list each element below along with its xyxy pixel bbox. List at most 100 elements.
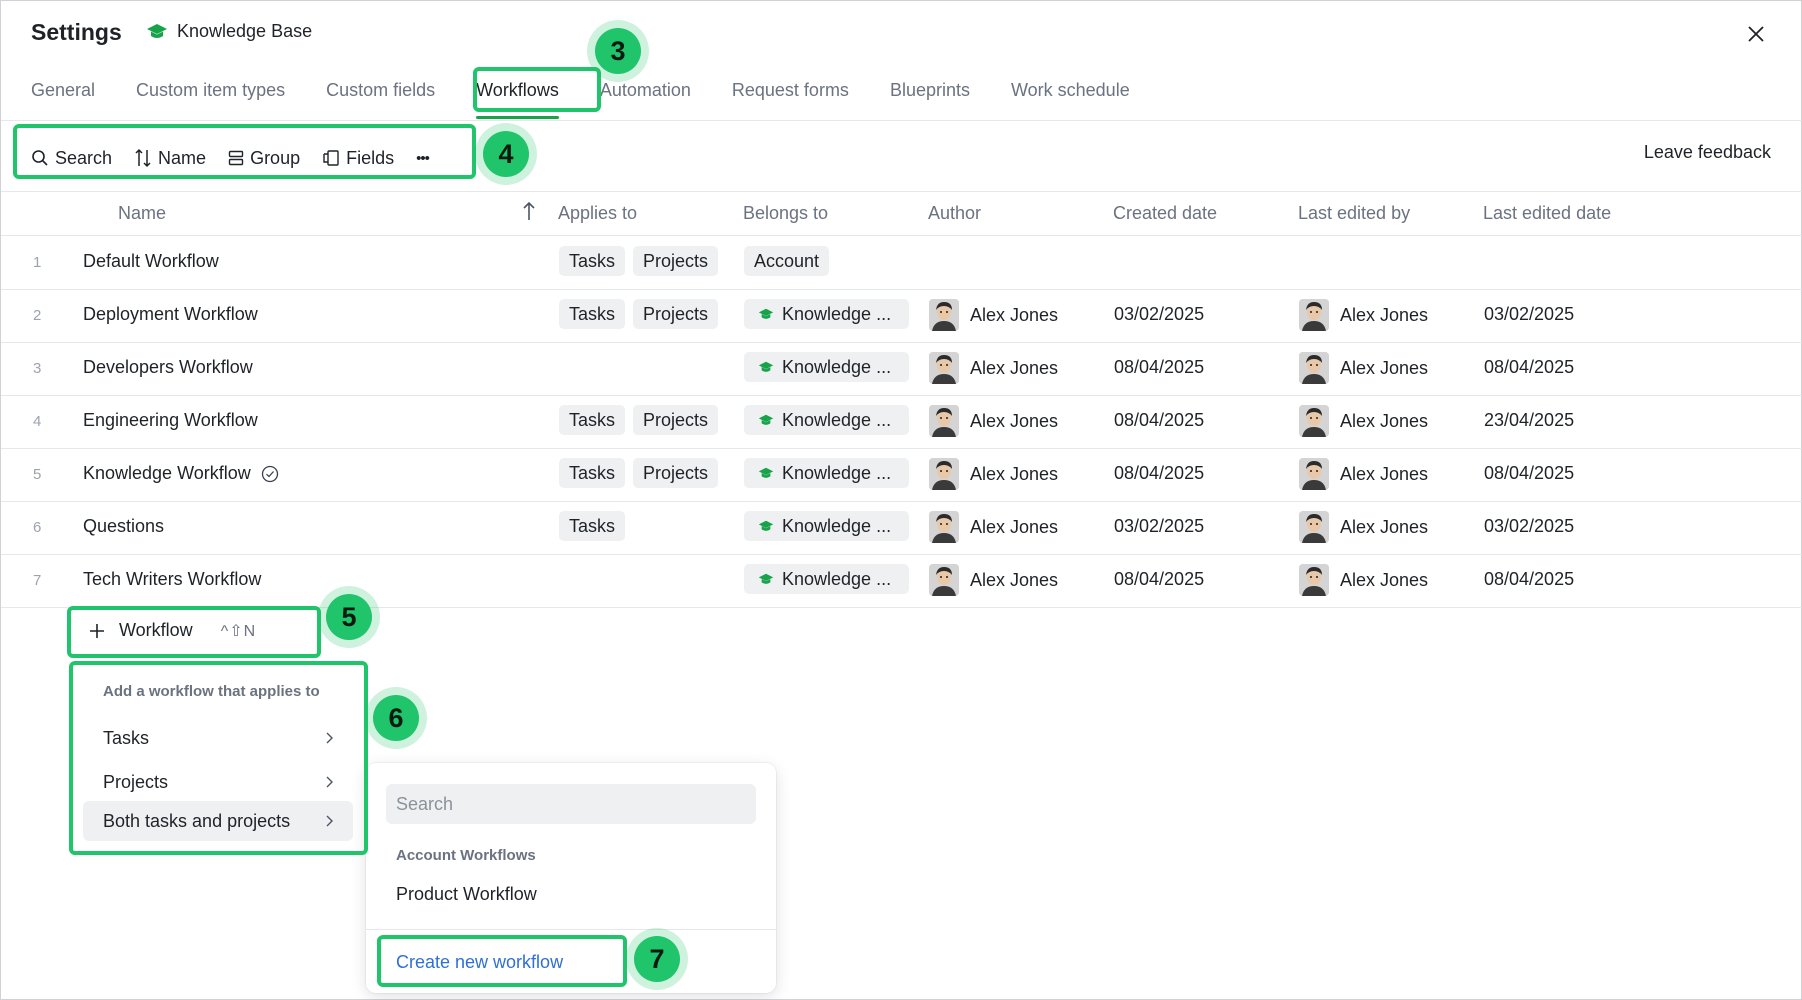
graduation-cap-icon — [758, 308, 774, 319]
table-row[interactable]: 1 Default Workflow Tasks Projects Account — [1, 237, 1802, 290]
tab-work-schedule[interactable]: Work schedule — [1011, 79, 1130, 119]
table-row[interactable]: 7 Tech Writers Workflow Knowledge ... Alex … — [1, 555, 1802, 608]
toolbar: Search Name Group Fields ••• — [31, 141, 430, 175]
chip-belongs-to-label: Knowledge ... — [782, 516, 892, 536]
column-header-belongs-to[interactable]: Belongs to — [743, 203, 828, 224]
last-edited-by: Alex Jones — [1299, 564, 1428, 596]
column-header-last-edited-by[interactable]: Last edited by — [1298, 203, 1410, 224]
chip-projects: Projects — [633, 246, 719, 276]
step-badge-7: 7 — [626, 928, 688, 990]
avatar — [929, 352, 959, 384]
menu-item-tasks[interactable]: Tasks — [83, 718, 353, 758]
last-edited-by: Alex Jones — [1299, 299, 1428, 331]
workflow-search-input[interactable] — [386, 784, 756, 824]
avatar — [929, 511, 959, 543]
editor-name: Alex Jones — [1340, 410, 1429, 431]
table-row[interactable]: 5 Knowledge Workflow Tasks Projects Knowledg… — [1, 449, 1802, 502]
column-header-author[interactable]: Author — [928, 203, 981, 224]
product-workflow-item[interactable]: Product Workflow — [396, 884, 537, 905]
workflow-name[interactable]: Engineering Workflow — [83, 410, 258, 431]
editor-name: Alex Jones — [1340, 357, 1429, 378]
chip-projects: Projects — [633, 405, 719, 435]
last-edited-date: 08/04/2025 — [1484, 357, 1575, 377]
chip-belongs-to-label: Knowledge ... — [782, 463, 892, 483]
row-number: 6 — [33, 519, 42, 536]
tab-custom-fields[interactable]: Custom fields — [326, 79, 435, 119]
tab-request-forms[interactable]: Request forms — [732, 79, 849, 119]
chip-belongs-to-label: Knowledge ... — [782, 357, 892, 377]
workflow-name[interactable]: Developers Workflow — [83, 357, 253, 378]
menu-item-label: Tasks — [103, 727, 150, 748]
chip-projects: Projects — [633, 299, 719, 329]
graduation-cap-icon — [147, 23, 167, 38]
tab-blueprints[interactable]: Blueprints — [890, 79, 970, 119]
workflow-name-text: Knowledge Workflow — [83, 463, 251, 483]
more-options-icon[interactable]: ••• — [416, 150, 430, 167]
step-badge-5: 5 — [318, 586, 380, 648]
created-date: 08/04/2025 — [1114, 569, 1205, 589]
author-name: Alex Jones — [970, 357, 1059, 378]
graduation-cap-icon — [758, 573, 774, 584]
workflow-name-text: Deployment Workflow — [83, 304, 258, 324]
last-edited-date: 08/04/2025 — [1484, 569, 1575, 589]
fields-button[interactable]: Fields — [322, 148, 394, 169]
sort-ascending-icon[interactable] — [522, 200, 536, 227]
table-row[interactable]: 4 Engineering Workflow Tasks Projects Knowle… — [1, 396, 1802, 449]
table-row[interactable]: 3 Developers Workflow Knowledge ... Alex Jo… — [1, 343, 1802, 396]
tabs-divider — [1, 120, 1802, 121]
table-row[interactable]: 6 Questions Tasks Knowledge ... Alex Jones 03… — [1, 502, 1802, 555]
page-title: Settings — [31, 19, 122, 45]
chip-belongs-to: Knowledge ... — [744, 405, 909, 435]
row-number: 4 — [33, 413, 42, 430]
applies-to-menu-title: Add a workflow that applies to — [103, 683, 320, 700]
graduation-cap-icon — [758, 520, 774, 531]
editor-name: Alex Jones — [1340, 569, 1429, 590]
workflow-name[interactable]: Tech Writers Workflow — [83, 569, 261, 590]
keyboard-shortcut: ^⇧N — [220, 622, 257, 640]
group-button[interactable]: Group — [228, 148, 300, 169]
chevron-right-icon — [326, 776, 333, 788]
leave-feedback-link[interactable]: Leave feedback — [1644, 142, 1771, 163]
author-name: Alex Jones — [970, 516, 1059, 537]
tab-workflows[interactable]: Workflows — [476, 79, 559, 119]
tab-custom-item-types[interactable]: Custom item types — [136, 79, 285, 119]
created-date: 03/02/2025 — [1114, 516, 1205, 536]
created-date: 08/04/2025 — [1114, 357, 1205, 377]
avatar — [929, 405, 959, 437]
workflow-name[interactable]: Deployment Workflow — [83, 304, 258, 325]
create-new-workflow-button[interactable]: Create new workflow — [396, 952, 563, 973]
row-number: 3 — [33, 360, 42, 377]
account-workflows-heading: Account Workflows — [396, 847, 536, 864]
table-row[interactable]: 2 Deployment Workflow Tasks Projects Knowled… — [1, 290, 1802, 343]
chip-belongs-to: Knowledge ... — [744, 299, 909, 329]
menu-item-both-tasks-and-projects[interactable]: Both tasks and projects — [83, 801, 353, 841]
sort-name-button[interactable]: Name — [134, 148, 206, 169]
tab-automation[interactable]: Automation — [600, 79, 691, 119]
created-date: 08/04/2025 — [1114, 463, 1205, 483]
column-header-applies-to[interactable]: Applies to — [558, 203, 637, 224]
chip-belongs-to: Knowledge ... — [744, 564, 909, 594]
table-header: Name Applies to Belongs to Author Create… — [1, 191, 1802, 236]
avatar — [1299, 352, 1329, 384]
column-header-name[interactable]: Name — [118, 203, 166, 224]
tab-general[interactable]: General — [31, 79, 95, 119]
column-header-last-edited-date[interactable]: Last edited date — [1483, 203, 1611, 224]
last-edited-by: Alex Jones — [1299, 405, 1428, 437]
group-icon — [228, 150, 244, 166]
column-header-created-date[interactable]: Created date — [1113, 203, 1217, 224]
menu-item-label: Projects — [103, 771, 169, 792]
last-edited-date: 03/02/2025 — [1484, 304, 1575, 324]
search-button[interactable]: Search — [31, 148, 112, 169]
close-icon[interactable] — [1741, 19, 1771, 49]
menu-item-projects[interactable]: Projects — [83, 762, 353, 802]
chip-belongs-to: Account — [744, 246, 830, 276]
workflow-name[interactable]: Knowledge Workflow — [83, 463, 279, 484]
add-workflow-button[interactable]: Workflow ^⇧N — [89, 620, 256, 641]
workflow-name[interactable]: Default Workflow — [83, 251, 219, 272]
avatar — [1299, 511, 1329, 543]
chip-belongs-to-label: Knowledge ... — [782, 304, 892, 324]
avatar — [929, 299, 959, 331]
workflow-name[interactable]: Questions — [83, 516, 164, 537]
workflow-name-text: Questions — [83, 516, 165, 536]
author-name: Alex Jones — [970, 463, 1059, 484]
